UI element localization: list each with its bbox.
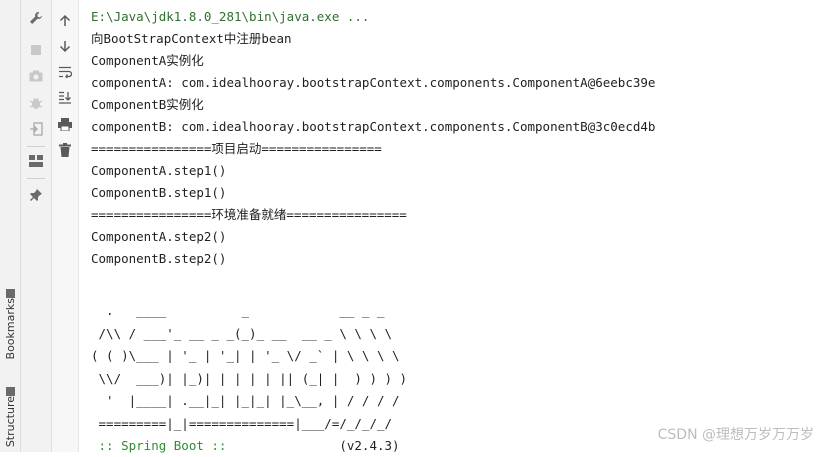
console-line: 向BootStrapContext中注册bean <box>91 31 292 46</box>
console-toolbar <box>52 0 79 452</box>
layout-icon[interactable] <box>26 151 46 171</box>
toolbar-divider <box>27 178 45 179</box>
side-tool-strip: Bookmarks Structure <box>0 0 21 452</box>
toolbar-divider <box>27 146 45 147</box>
console-command-line: E:\Java\jdk1.8.0_281\bin\java.exe ... <box>91 9 370 24</box>
console-line: ComponentA实例化 <box>91 53 204 68</box>
stop-icon[interactable] <box>26 40 46 60</box>
console-line: ================环境准备就绪================ <box>91 207 407 222</box>
scroll-to-end-icon[interactable] <box>55 87 75 107</box>
structure-icon <box>5 387 15 396</box>
camera-icon[interactable] <box>26 66 46 86</box>
console-line: ComponentA.step2() <box>91 229 227 244</box>
console-line: ================项目启动================ <box>91 141 382 156</box>
arrow-up-icon[interactable] <box>55 10 75 30</box>
console-output[interactable]: E:\Java\jdk1.8.0_281\bin\java.exe ... 向B… <box>79 0 828 453</box>
csdn-watermark: CSDN @理想万岁万万岁 <box>657 427 814 443</box>
bookmark-icon <box>5 289 15 298</box>
structure-tab-label: Structure <box>3 396 17 448</box>
exit-icon[interactable] <box>26 119 46 139</box>
print-icon[interactable] <box>55 114 75 134</box>
console-line: ComponentA.step1() <box>91 163 227 178</box>
trash-icon[interactable] <box>55 140 75 160</box>
structure-tab[interactable]: Structure <box>2 384 18 447</box>
bookmarks-tab[interactable]: Bookmarks <box>2 286 18 359</box>
console-line: componentA: com.idealhooray.bootstrapCon… <box>91 75 656 90</box>
console-line: ComponentB.step1() <box>91 185 227 200</box>
pin-icon[interactable] <box>26 185 46 205</box>
console-line: componentB: com.idealhooray.bootstrapCon… <box>91 119 656 134</box>
spring-boot-label: :: Spring Boot :: <box>91 438 234 453</box>
soft-wrap-icon[interactable] <box>55 62 75 82</box>
console-line: ComponentB实例化 <box>91 97 204 112</box>
spring-banner: . ____ _ __ _ _ /\\ / ___'_ __ _ _(_)_ _… <box>91 303 408 431</box>
spring-boot-version: (v2.4.3) <box>234 438 400 453</box>
console-line: ComponentB.step2() <box>91 251 227 266</box>
bug-icon[interactable] <box>26 93 46 113</box>
bookmarks-tab-label: Bookmarks <box>3 298 17 360</box>
run-toolbar <box>21 0 52 452</box>
arrow-down-icon[interactable] <box>55 36 75 56</box>
wrench-icon[interactable] <box>26 8 46 28</box>
